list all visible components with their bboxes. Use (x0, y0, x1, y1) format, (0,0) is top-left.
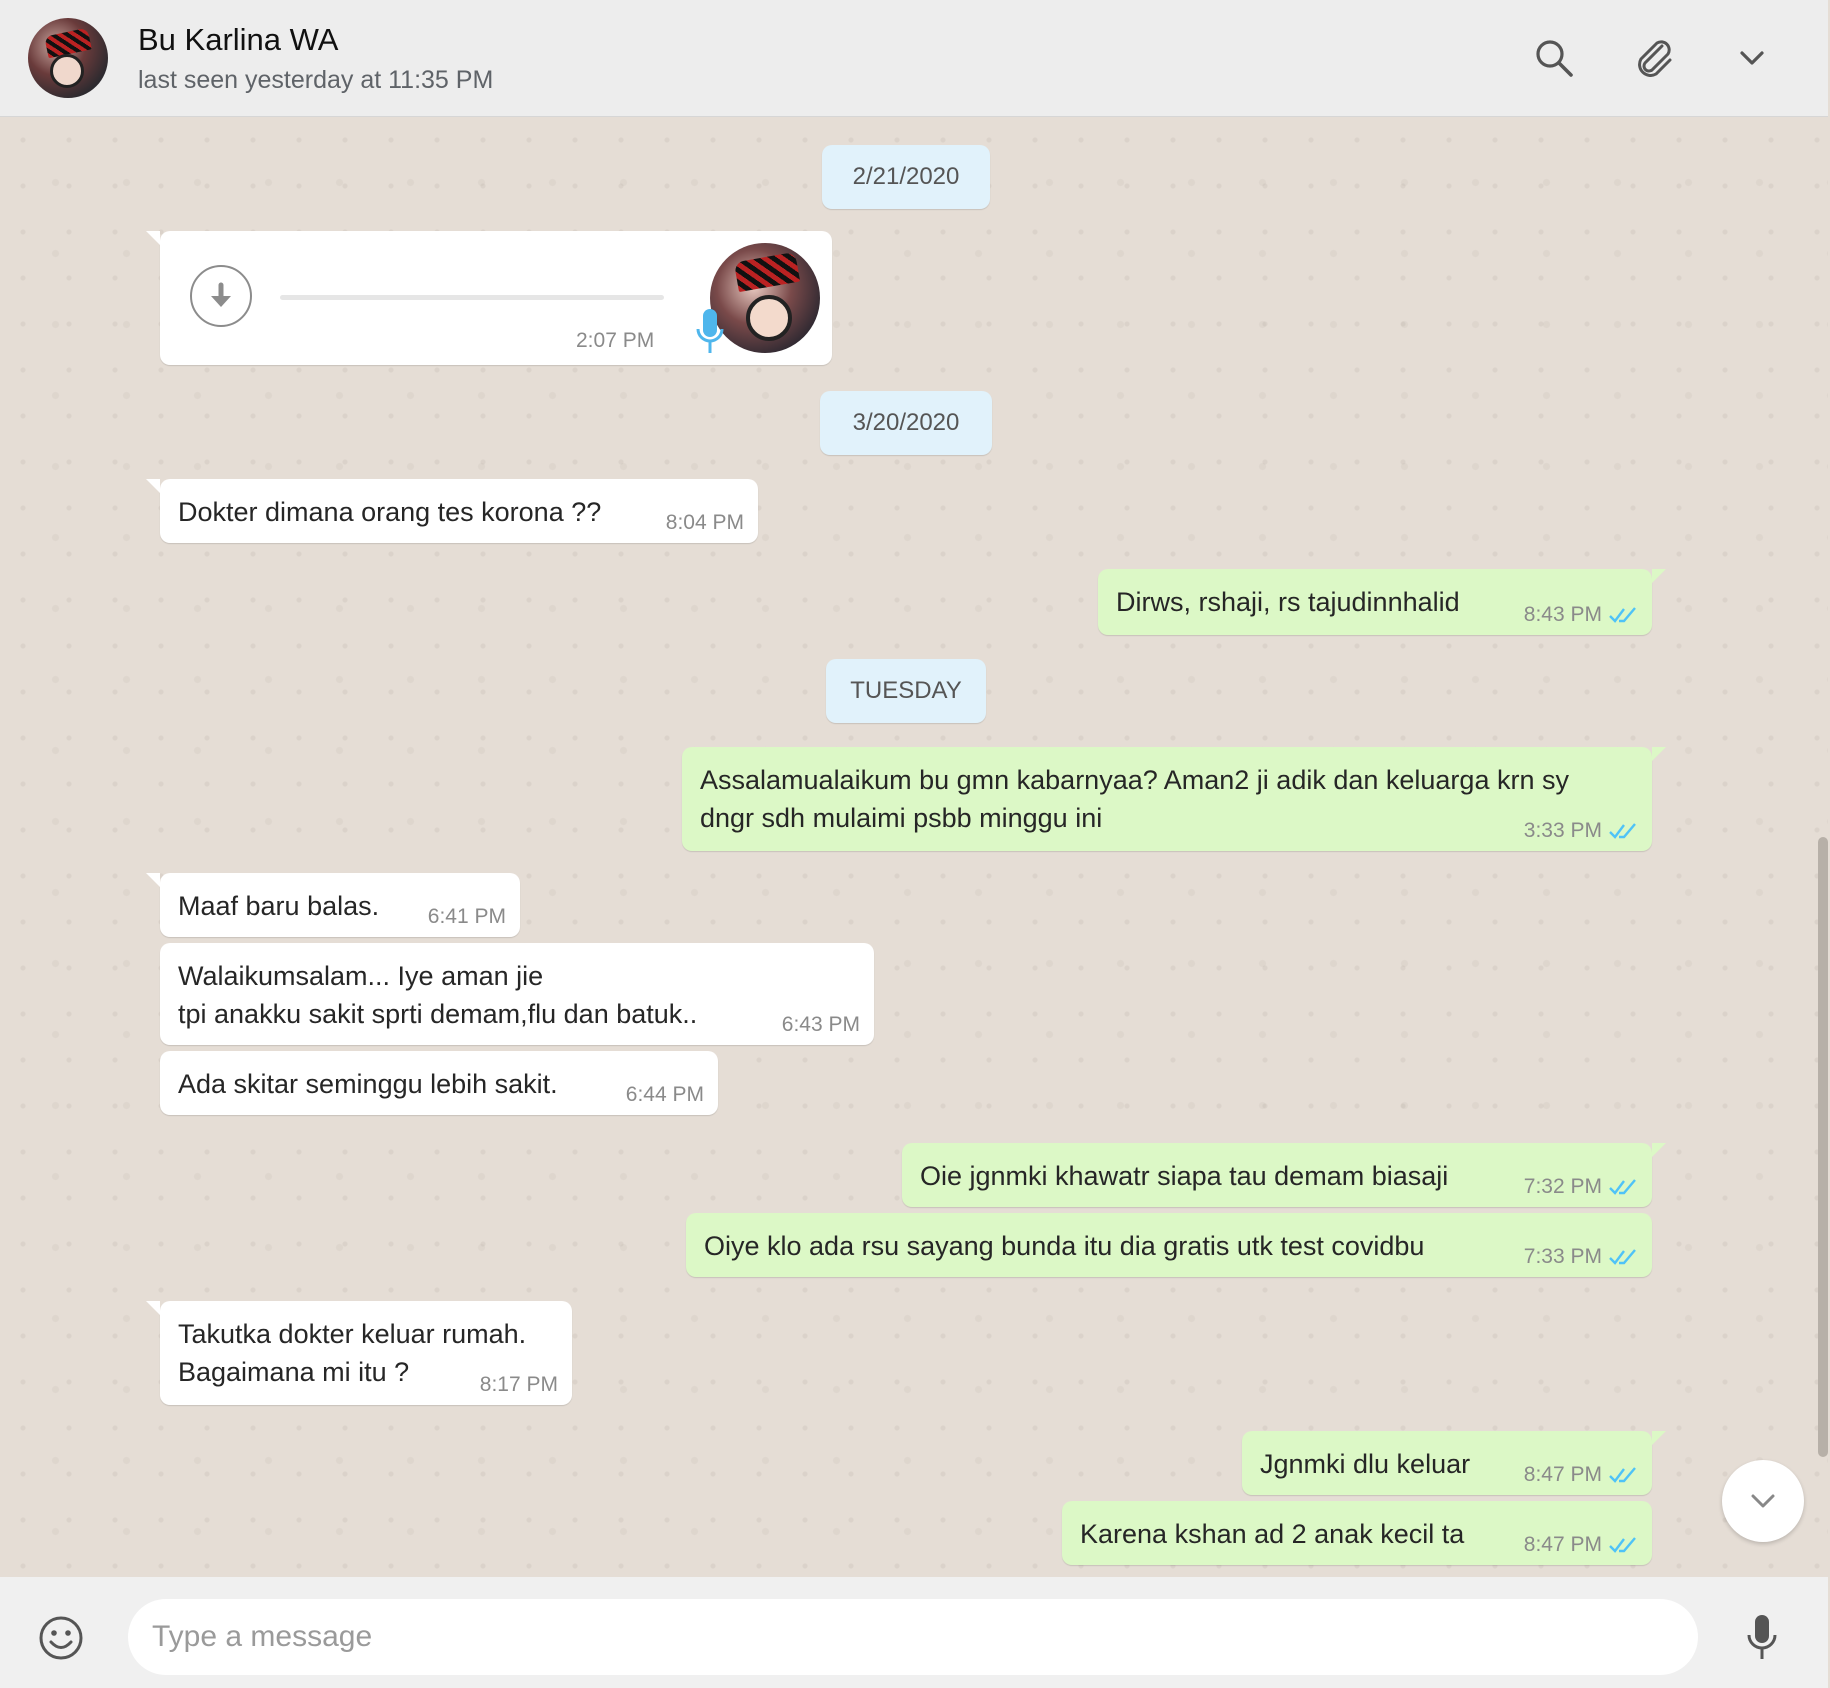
contact-avatar[interactable] (28, 18, 108, 98)
download-icon (211, 282, 231, 307)
voice-progress-track[interactable] (280, 295, 664, 300)
message-time: 7:32 PM (1523, 1175, 1602, 1198)
outgoing-message[interactable]: Jgnmki dlu keluar 8:47 PM (1242, 1431, 1666, 1495)
voice-sender-avatar (710, 243, 820, 353)
scroll-to-bottom-button[interactable] (1722, 1460, 1804, 1542)
message-time: 6:41 PM (427, 905, 506, 928)
message-time: 3:33 PM (1523, 819, 1602, 842)
read-ticks-icon (1609, 1249, 1636, 1265)
incoming-message[interactable]: Takutka dokter keluar rumah. Bagaimana m… (146, 1301, 572, 1405)
message-text: Oiye klo ada rsu sayang bunda itu dia gr… (704, 1231, 1425, 1261)
message-list[interactable]: 2/21/2020 2:07 PM 3/20/2020 Dokter diman… (0, 117, 1828, 1577)
message-time: 7:33 PM (1523, 1245, 1602, 1268)
composer-bar (0, 1577, 1828, 1688)
message-text: Assalamualaikum bu gmn kabarnyaa? Aman2 … (700, 765, 1569, 833)
outgoing-message[interactable]: Dirws, rshaji, rs tajudinnhalid 8:43 PM (1098, 569, 1666, 635)
message-input[interactable] (128, 1599, 1698, 1675)
message-text: Takutka dokter keluar rumah. Bagaimana m… (178, 1319, 527, 1387)
microphone-icon (1747, 1615, 1777, 1659)
search-icon[interactable] (1530, 34, 1578, 82)
message-time: 8:47 PM (1523, 1463, 1602, 1486)
outgoing-message[interactable]: Oie jgnmki khawatr siapa tau demam biasa… (902, 1143, 1666, 1207)
voice-record-button[interactable] (1736, 1609, 1788, 1665)
contact-name[interactable]: Bu Karlina WA (138, 22, 338, 58)
microphone-icon (696, 309, 724, 353)
message-text: Dirws, rshaji, rs tajudinnhalid (1116, 587, 1460, 617)
message-time: 8:04 PM (665, 511, 744, 534)
read-ticks-icon (1609, 823, 1636, 839)
outgoing-message[interactable]: Karena kshan ad 2 anak kecil ta 8:47 PM (1062, 1501, 1652, 1565)
message-text: Walaikumsalam... Iye aman jie tpi anakku… (178, 961, 698, 1029)
menu-chevron-down-icon[interactable] (1728, 34, 1776, 82)
date-separator: TUESDAY (826, 659, 986, 723)
read-ticks-icon (1609, 1179, 1636, 1195)
incoming-message[interactable]: Walaikumsalam... Iye aman jie tpi anakku… (160, 943, 874, 1045)
message-time: 8:47 PM (1523, 1533, 1602, 1556)
read-ticks-icon (1609, 607, 1636, 623)
message-text: Karena kshan ad 2 anak kecil ta (1080, 1519, 1465, 1549)
message-text: Maaf baru balas. (178, 891, 380, 921)
message-text: Oie jgnmki khawatr siapa tau demam biasa… (920, 1161, 1449, 1191)
outgoing-message[interactable]: Oiye klo ada rsu sayang bunda itu dia gr… (686, 1213, 1652, 1277)
whatsapp-chat-window: Bu Karlina WA last seen yesterday at 11:… (0, 0, 1830, 1688)
message-text: Dokter dimana orang tes korona ?? (178, 497, 602, 527)
chat-header: Bu Karlina WA last seen yesterday at 11:… (0, 0, 1828, 117)
attach-icon[interactable] (1630, 34, 1678, 82)
incoming-message[interactable]: Maaf baru balas. 6:41 PM (146, 873, 520, 937)
outgoing-message[interactable]: Assalamualaikum bu gmn kabarnyaa? Aman2 … (682, 747, 1666, 851)
read-ticks-icon (1609, 1467, 1636, 1483)
message-time: 8:17 PM (479, 1373, 558, 1396)
read-ticks-icon (1609, 1537, 1636, 1553)
message-time: 8:43 PM (1523, 603, 1602, 626)
incoming-message[interactable]: Ada skitar seminggu lebih sakit. 6:44 PM (160, 1051, 718, 1115)
voice-message: 2:07 PM (146, 231, 832, 365)
emoji-button[interactable] (36, 1613, 86, 1663)
date-separator: 2/21/2020 (822, 145, 990, 209)
contact-last-seen: last seen yesterday at 11:35 PM (138, 66, 494, 94)
date-separator: 3/20/2020 (820, 391, 992, 455)
incoming-message[interactable]: Dokter dimana orang tes korona ?? 8:04 P… (146, 479, 758, 543)
chat-scrollbar[interactable] (1818, 837, 1828, 1457)
message-text: Jgnmki dlu keluar (1260, 1449, 1471, 1479)
message-time: 6:44 PM (625, 1083, 704, 1106)
download-button[interactable] (190, 265, 252, 327)
message-time: 6:43 PM (781, 1013, 860, 1036)
message-time: 2:07 PM (576, 329, 655, 352)
message-text: Ada skitar seminggu lebih sakit. (178, 1069, 558, 1099)
chevron-down-icon (1751, 1494, 1775, 1508)
emoji-icon (39, 1616, 83, 1660)
